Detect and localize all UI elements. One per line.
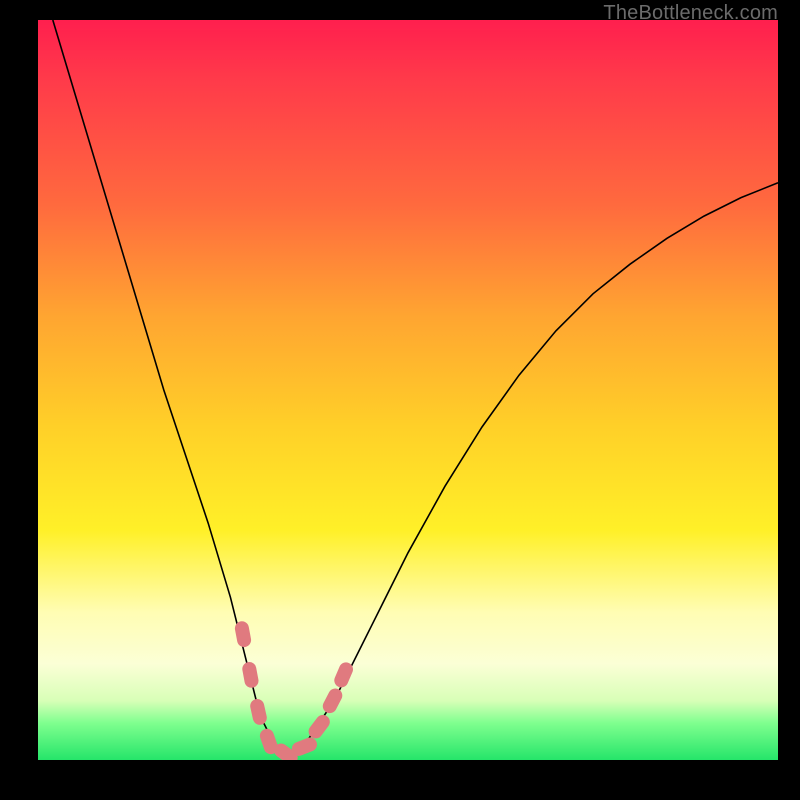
watermark-text: TheBottleneck.com xyxy=(603,2,778,25)
highlight-marker xyxy=(267,736,271,747)
highlight-marker xyxy=(249,669,251,681)
highlight-marker xyxy=(330,696,336,707)
highlight-marker xyxy=(299,745,310,749)
plot-area xyxy=(38,20,778,760)
highlight-marker xyxy=(257,706,260,718)
highlight-markers xyxy=(242,628,346,757)
curve-svg xyxy=(38,20,778,760)
highlight-marker xyxy=(316,722,323,732)
highlight-marker xyxy=(242,628,244,640)
highlight-marker xyxy=(341,669,346,680)
bottleneck-curve xyxy=(53,20,778,756)
chart-frame: TheBottleneck.com xyxy=(0,0,800,800)
highlight-marker xyxy=(281,751,291,758)
